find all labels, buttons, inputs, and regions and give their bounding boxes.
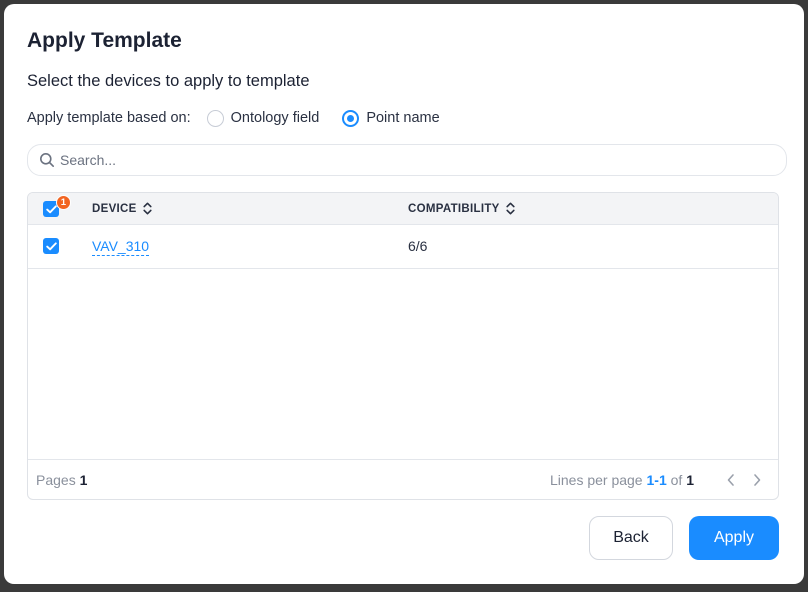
based-on-label: Apply template based on:: [27, 110, 191, 126]
lines-total: 1: [686, 472, 694, 488]
back-button[interactable]: Back: [589, 516, 673, 560]
radio-point-name[interactable]: Point name: [342, 109, 440, 127]
pages-label: Pages: [36, 472, 76, 488]
dialog-subtitle: Select the devices to apply to template: [27, 72, 310, 90]
sort-icon: [143, 202, 152, 215]
based-on-row: Apply template based on: Ontology field …: [27, 109, 463, 127]
apply-button[interactable]: Apply: [689, 516, 779, 560]
check-icon: [45, 241, 57, 250]
of-label: of: [670, 472, 683, 488]
column-header-device[interactable]: DEVICE: [92, 202, 152, 215]
chevron-right-icon[interactable]: [752, 473, 762, 487]
row-checkbox[interactable]: [43, 238, 59, 254]
radio-label-point-name: Point name: [366, 110, 440, 126]
checkbox-checked[interactable]: [43, 238, 59, 254]
pages-value: 1: [79, 472, 88, 488]
devices-table: 1 DEVICE COMPATIBILITY VAV_310 6/6 Pages…: [27, 192, 779, 500]
selected-count-badge: 1: [56, 195, 71, 210]
check-icon: [45, 204, 57, 213]
radio-label-ontology-field: Ontology field: [230, 110, 320, 126]
search-input[interactable]: [60, 152, 760, 168]
lines-range: 1-1: [646, 472, 667, 488]
lines-label: Lines per page: [549, 472, 643, 488]
lines-per-page: Lines per page 1-1 of 1: [550, 472, 694, 488]
apply-template-dialog: Apply Template Select the devices to app…: [4, 4, 804, 584]
column-label-device: DEVICE: [92, 202, 137, 215]
pages-indicator: Pages 1: [36, 472, 87, 488]
table-footer: Pages 1 Lines per page 1-1 of 1: [28, 459, 778, 499]
table-header: 1 DEVICE COMPATIBILITY: [28, 193, 778, 225]
compatibility-value: 6/6: [408, 238, 428, 254]
sort-icon: [506, 202, 515, 215]
search-icon: [40, 153, 54, 167]
radio-ontology-field[interactable]: Ontology field: [206, 109, 320, 127]
radio-button-checked[interactable]: [342, 109, 360, 127]
radio-button-unchecked[interactable]: [206, 109, 224, 127]
table-row[interactable]: VAV_310 6/6: [28, 225, 778, 269]
device-link[interactable]: VAV_310: [92, 238, 150, 256]
chevron-left-icon[interactable]: [726, 473, 736, 487]
search-box[interactable]: [27, 144, 787, 176]
column-label-compatibility: COMPATIBILITY: [408, 202, 500, 215]
dialog-title: Apply Template: [27, 29, 182, 52]
column-header-compatibility[interactable]: COMPATIBILITY: [408, 202, 515, 215]
